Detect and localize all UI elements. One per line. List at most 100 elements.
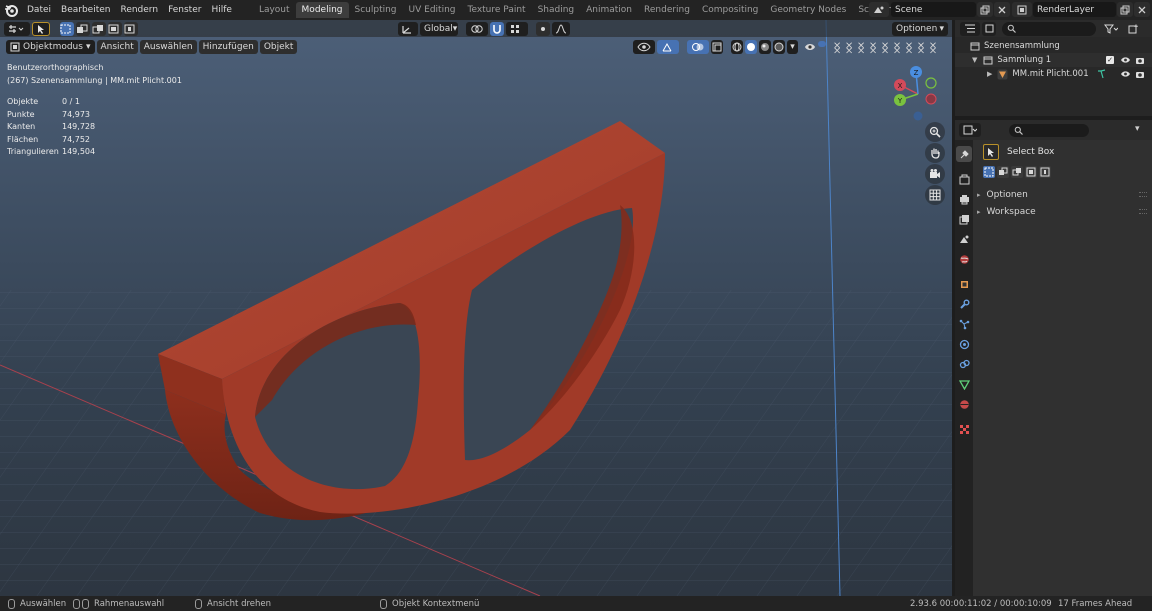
- select-mode-invert-icon[interactable]: [108, 21, 122, 36]
- copy-layer-icon[interactable]: [1117, 2, 1133, 17]
- shading-wireframe-icon[interactable]: [731, 39, 744, 54]
- falloff-curve-icon[interactable]: [552, 21, 570, 36]
- shading-options-icon[interactable]: ▾: [787, 39, 798, 54]
- select-mode-extend-icon[interactable]: [76, 21, 90, 36]
- scene-name-field[interactable]: Scene: [891, 2, 976, 17]
- render-layer-icon[interactable]: [1012, 2, 1032, 17]
- outliner-editor-type-icon[interactable]: [960, 21, 980, 36]
- snap-target-icon[interactable]: [506, 21, 528, 36]
- properties-editor-type-icon[interactable]: [959, 123, 981, 137]
- chevron-down-icon[interactable]: ▾: [1135, 124, 1147, 136]
- display-mode-icon[interactable]: [982, 21, 996, 36]
- gizmo-toggle-icon[interactable]: [657, 39, 680, 54]
- outliner-search-input[interactable]: [1002, 21, 1096, 36]
- outliner-row-object[interactable]: ▶ MM.mit Plicht.001: [955, 67, 1152, 81]
- tool-tab-icon[interactable]: [956, 146, 972, 162]
- xray-icon[interactable]: [711, 39, 724, 54]
- select-mode-extend-icon[interactable]: [997, 166, 1009, 178]
- tab-texture-paint[interactable]: Texture Paint: [461, 2, 531, 18]
- copy-scene-icon[interactable]: [977, 2, 993, 17]
- physics-tab-icon[interactable]: [956, 336, 972, 352]
- visibility-eye-icon[interactable]: [804, 40, 816, 54]
- view-layer-tab-icon[interactable]: [956, 211, 972, 227]
- tab-rendering[interactable]: Rendering: [638, 2, 696, 18]
- select-tool-icon[interactable]: [32, 21, 50, 36]
- texture-tab-icon[interactable]: [956, 421, 972, 437]
- outliner-row-scene-collection[interactable]: Szenensammlung: [955, 39, 1152, 53]
- menu-hinzufuegen[interactable]: Hinzufügen: [198, 39, 258, 54]
- output-tab-icon[interactable]: [956, 191, 972, 207]
- menu-bearbeiten[interactable]: Bearbeiten: [56, 0, 115, 20]
- navigation-gizmo[interactable]: X Y Z: [888, 64, 948, 124]
- expand-arrow-icon[interactable]: ▶: [987, 70, 992, 78]
- modifier-wrench-icon[interactable]: [1097, 69, 1106, 79]
- panel-optionen[interactable]: ▸ Optionen: [977, 188, 1028, 202]
- menu-datei[interactable]: Datei: [22, 0, 56, 20]
- outliner-row-collection[interactable]: ▼ Sammlung 1 ✓: [955, 53, 1152, 67]
- select-mode-intersect-icon[interactable]: [1039, 166, 1051, 178]
- tab-sculpting[interactable]: Sculpting: [349, 2, 403, 18]
- object-tab-icon[interactable]: [956, 276, 972, 292]
- menu-fenster[interactable]: Fenster: [163, 0, 206, 20]
- tab-geometry-nodes[interactable]: Geometry Nodes: [764, 2, 852, 18]
- overlays-toggle-icon[interactable]: [687, 39, 710, 54]
- panel-workspace[interactable]: ▸ Workspace: [977, 205, 1036, 219]
- tab-animation[interactable]: Animation: [580, 2, 638, 18]
- menu-rendern[interactable]: Rendern: [115, 0, 163, 20]
- pivot-point-icon[interactable]: [466, 21, 488, 36]
- new-collection-icon[interactable]: [1126, 22, 1140, 36]
- transform-orientation-icon[interactable]: [398, 21, 418, 36]
- gizmo-neg-z-icon[interactable]: [913, 111, 923, 121]
- menu-objekt[interactable]: Objekt: [259, 39, 298, 54]
- scene-selector-icon[interactable]: [869, 2, 889, 17]
- blender-logo-icon[interactable]: [0, 0, 22, 20]
- close-layer-icon[interactable]: [1134, 2, 1150, 17]
- render-tab-icon[interactable]: [956, 171, 972, 187]
- render-layer-field[interactable]: RenderLayer: [1033, 2, 1116, 17]
- menu-hilfe[interactable]: Hilfe: [206, 0, 236, 20]
- select-mode-subtract-icon[interactable]: [92, 21, 106, 36]
- world-tab-icon[interactable]: [956, 251, 972, 267]
- particles-tab-icon[interactable]: [956, 316, 972, 332]
- scene-tab-icon[interactable]: [956, 231, 972, 247]
- snap-toggle-icon[interactable]: [490, 21, 504, 36]
- menu-ansicht[interactable]: Ansicht: [96, 39, 138, 54]
- tab-compositing[interactable]: Compositing: [696, 2, 764, 18]
- panel-drag-handle[interactable]: [1139, 192, 1147, 197]
- select-mode-new-icon[interactable]: [60, 21, 74, 36]
- camera-render-icon[interactable]: [1135, 70, 1145, 79]
- camera-view-icon[interactable]: [925, 164, 945, 184]
- tab-modeling[interactable]: Modeling: [295, 2, 349, 18]
- menu-auswaehlen[interactable]: Auswählen: [139, 39, 197, 54]
- perspective-grid-icon[interactable]: [925, 185, 945, 205]
- tab-uv-editing[interactable]: UV Editing: [403, 2, 462, 18]
- shading-material-icon[interactable]: [759, 39, 772, 54]
- shading-solid-icon[interactable]: [745, 39, 758, 54]
- expand-arrow-icon[interactable]: ▼: [972, 56, 977, 64]
- visibility-eye-icon[interactable]: [1120, 56, 1131, 64]
- restrict-toggle-icons[interactable]: [832, 39, 952, 55]
- material-tab-icon[interactable]: [956, 396, 972, 412]
- close-scene-icon[interactable]: [994, 2, 1010, 17]
- select-mode-subtract-icon[interactable]: [1011, 166, 1023, 178]
- gizmo-neg-y-icon[interactable]: [925, 77, 937, 89]
- mode-dropdown[interactable]: Objektmodus ▾: [6, 39, 95, 54]
- gizmo-neg-x-icon[interactable]: [925, 93, 937, 105]
- select-mode-intersect-icon[interactable]: [124, 21, 138, 36]
- panel-drag-handle[interactable]: [1139, 209, 1147, 214]
- options-dropdown[interactable]: Optionen ▾: [892, 21, 948, 36]
- 3d-viewport[interactable]: Global ▾ Optionen ▾ Objektmodus ▾ Ansich…: [0, 20, 952, 596]
- object-visibility-icon[interactable]: [633, 39, 656, 54]
- modifier-wrench-icon[interactable]: [956, 296, 972, 312]
- active-tool-icon[interactable]: [983, 144, 999, 160]
- constraints-tab-icon[interactable]: [956, 356, 972, 372]
- filter-icon[interactable]: [1104, 22, 1124, 36]
- collection-include-checkbox[interactable]: ✓: [1106, 56, 1114, 64]
- zoom-icon[interactable]: [925, 122, 945, 142]
- properties-search-input[interactable]: [1009, 123, 1089, 137]
- tab-layout[interactable]: Layout: [253, 2, 296, 18]
- tab-shading[interactable]: Shading: [532, 2, 581, 18]
- select-mode-invert-icon[interactable]: [1025, 166, 1037, 178]
- visibility-eye-icon[interactable]: [1120, 70, 1131, 78]
- transform-orientation-dropdown[interactable]: Global ▾: [420, 21, 458, 36]
